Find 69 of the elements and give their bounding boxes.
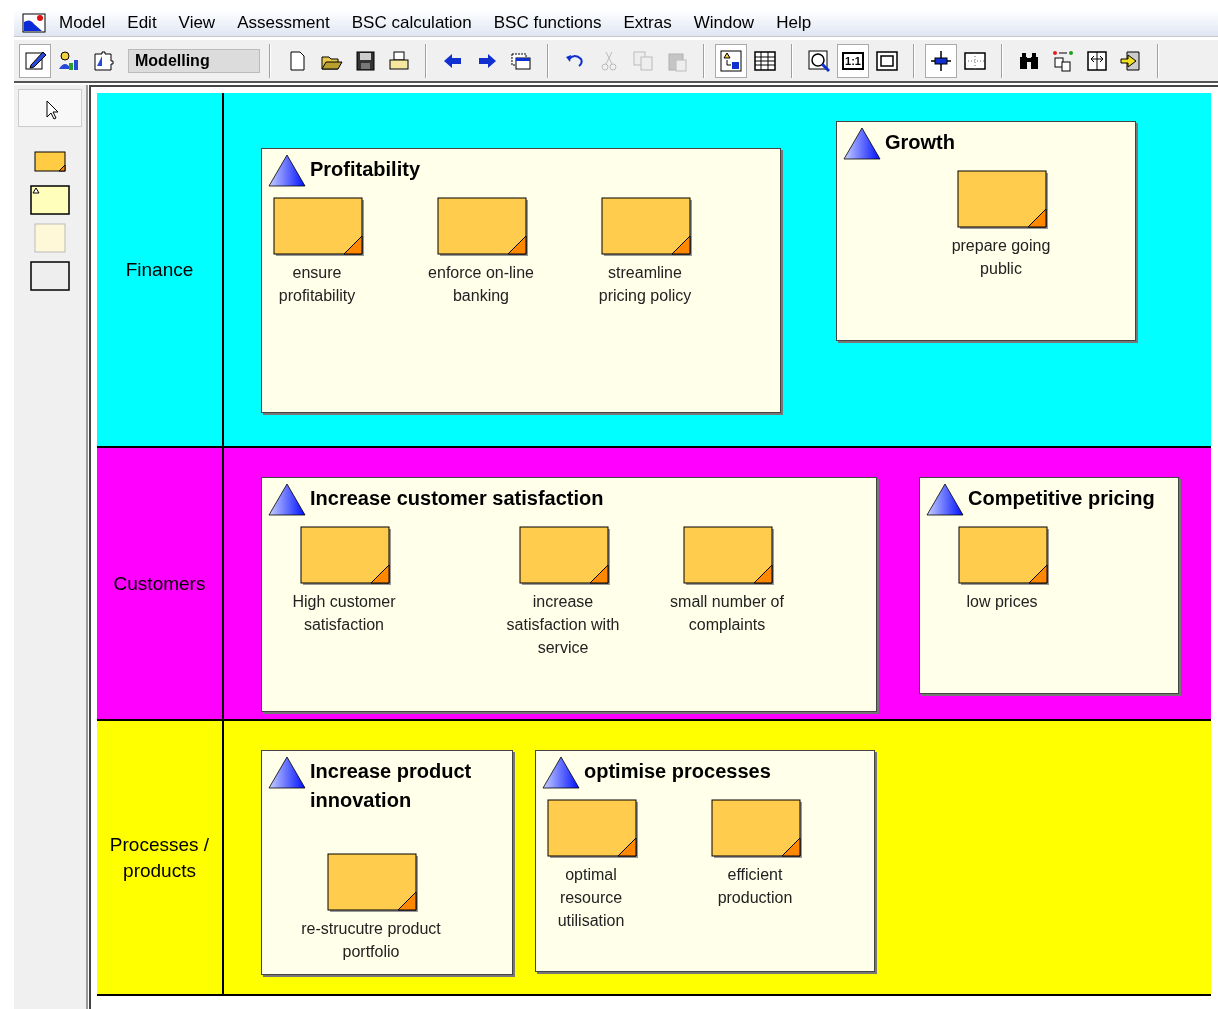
app-logo-icon (22, 12, 48, 34)
magnifier-icon (807, 48, 831, 73)
objective-label: prepare going public (950, 236, 1052, 279)
group-title: Competitive pricing (968, 486, 1155, 511)
menu-item[interactable]: BSC calculation (350, 10, 473, 36)
objective-label: small number of complaints (669, 592, 785, 635)
split-icon (1085, 48, 1109, 73)
objective-note-icon (957, 170, 1049, 230)
lane-label: Customers (112, 571, 207, 596)
pointer-tool[interactable] (18, 89, 82, 127)
menu-item[interactable]: Extras (622, 10, 673, 36)
plain-area-icon (34, 223, 66, 253)
edit-button[interactable] (19, 43, 51, 78)
frame-icon (875, 48, 899, 73)
layout-button[interactable] (715, 43, 747, 78)
objective-note-icon (519, 526, 611, 586)
objective-label: High customer satisfaction (291, 592, 397, 635)
triangle-icon (267, 153, 307, 187)
objective-note-icon (547, 799, 639, 859)
group-icon (30, 185, 70, 215)
group-title: Profitability (310, 157, 420, 182)
objective-label: re-strucutre product portfolio (300, 919, 442, 962)
menu-item[interactable]: Window (692, 10, 756, 36)
printer-icon (387, 48, 411, 73)
objective-note-icon (273, 197, 365, 257)
menu-item[interactable]: View (177, 10, 217, 36)
objective-note-icon (711, 799, 803, 859)
objective-note-icon (958, 526, 1050, 586)
group-title: Growth (885, 130, 955, 155)
group-title: Increase product innovation (310, 759, 473, 813)
mode-field[interactable]: Modelling (128, 48, 260, 73)
objective-label: enforce on-line banking (427, 263, 535, 306)
menu-item[interactable]: Assessment (236, 10, 331, 36)
triangle-icon (925, 482, 965, 516)
note-icon (34, 151, 66, 173)
crosshair-icon (929, 48, 953, 73)
objective-label: optimal resource utilisation (556, 865, 626, 931)
triangle-icon (267, 755, 307, 789)
table-icon (753, 48, 777, 73)
objective-label: increase satisfaction with service (505, 592, 621, 658)
triangle-icon (267, 482, 307, 516)
objective-note-icon (300, 526, 392, 586)
objective-note-icon (437, 197, 529, 257)
triangle-icon (842, 126, 882, 160)
objective-label: efficient production (716, 865, 794, 908)
menu-item[interactable]: BSC functions (492, 10, 603, 36)
objective-note-icon (683, 526, 775, 586)
menu-item[interactable]: Model (58, 10, 107, 36)
objective-label: streamline pricing policy (597, 263, 693, 306)
frame-icon (30, 261, 70, 291)
objective-note-icon (601, 197, 693, 257)
copy-icon (631, 48, 655, 73)
menu-item[interactable]: Help (775, 10, 813, 36)
group-title: Increase customer satisfaction (310, 486, 604, 511)
lane-label: Processes / products (108, 832, 211, 883)
layout-icon (719, 48, 743, 73)
actual-size-button[interactable]: 1:1 (837, 43, 869, 78)
people-icon (57, 48, 81, 73)
lane-label: Finance (124, 257, 195, 282)
objective-note-icon (327, 853, 419, 913)
puzzle-icon (91, 48, 115, 73)
import-icon (1119, 48, 1143, 73)
group-title: optimise processes (584, 759, 771, 784)
exchange-icon (1051, 48, 1075, 73)
menu-item[interactable]: Edit (126, 10, 158, 36)
triangle-icon (541, 755, 581, 789)
objective-label: low prices (965, 592, 1039, 612)
crosshair-button[interactable] (925, 43, 957, 78)
objective-label: ensure profitability (277, 263, 357, 306)
